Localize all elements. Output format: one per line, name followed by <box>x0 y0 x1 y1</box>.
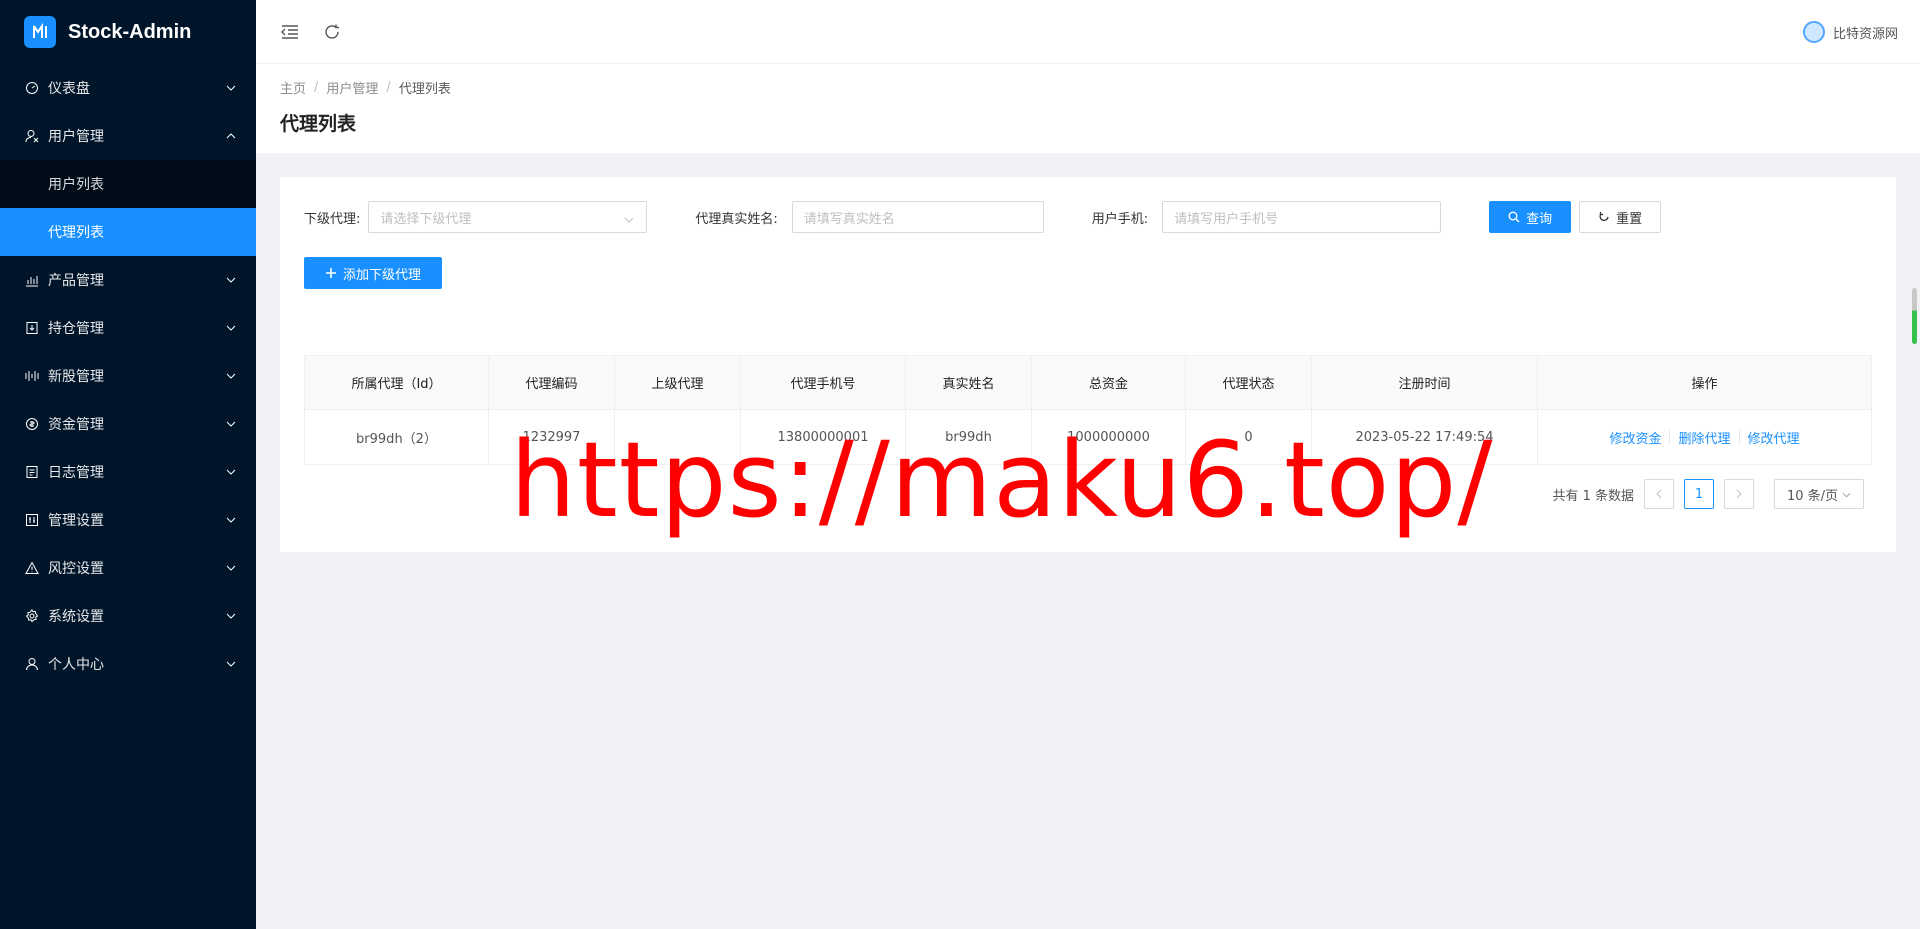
user-menu[interactable]: 比特资源网 <box>1802 0 1898 64</box>
breadcrumb: 主页 / 用户管理 / 代理列表 <box>280 78 451 97</box>
chevron-down-icon <box>226 371 236 381</box>
chevron-down-icon <box>226 419 236 429</box>
pagination: 共有 1 条数据 1 10 条/页 <box>1552 479 1864 509</box>
admin-settings-icon <box>24 512 40 528</box>
scroll-indicator[interactable] <box>1912 288 1917 344</box>
add-sub-agent-button[interactable]: 添加下级代理 <box>304 257 442 289</box>
chevron-down-icon <box>226 563 236 573</box>
watermark-text: https://maku6.top/ <box>510 419 1494 541</box>
sidebar-item-risk-settings[interactable]: 风控设置 <box>0 544 256 592</box>
phone-input[interactable]: 请填写用户手机号 <box>1162 201 1442 233</box>
user-name: 比特资源网 <box>1832 26 1898 42</box>
sidebar-item-positions[interactable]: 持仓管理 <box>0 304 256 352</box>
logo-icon <box>24 16 56 48</box>
sidebar-item-logs[interactable]: 日志管理 <box>0 448 256 496</box>
page-title: 代理列表 <box>280 113 357 135</box>
reset-button[interactable]: 重置 <box>1579 201 1662 233</box>
sub-agent-label: 下级代理: <box>304 211 361 227</box>
sub-agent-select[interactable]: 请选择下级代理 <box>368 201 648 233</box>
chevron-down-icon <box>226 515 236 525</box>
avatar <box>1802 21 1825 43</box>
phone-label: 用户手机: <box>1091 211 1149 227</box>
user-manage-icon <box>24 128 40 144</box>
sidebar-item-user-list[interactable]: 用户列表 <box>0 160 256 208</box>
top-header: 比特资源网 <box>256 0 1920 64</box>
column-header[interactable]: 真实姓名 <box>906 356 1032 409</box>
ipo-icon <box>24 368 40 384</box>
warning-icon <box>24 560 40 576</box>
page-head: 主页 / 用户管理 / 代理列表 代理列表 <box>256 64 1920 153</box>
sidebar-item-funds[interactable]: 资金管理 <box>0 400 256 448</box>
column-header: 操作 <box>1691 377 1718 392</box>
sidebar-item-system-settings[interactable]: 系统设置 <box>0 592 256 640</box>
chevron-down-icon <box>226 83 236 93</box>
position-icon <box>24 320 40 336</box>
reset-icon <box>1598 211 1610 223</box>
edit-agent-link[interactable]: 修改代理 <box>1748 428 1800 447</box>
breadcrumb-current: 代理列表 <box>398 82 451 97</box>
chart-icon <box>24 272 40 288</box>
page-size-select[interactable]: 10 条/页 <box>1774 479 1864 509</box>
chevron-down-icon <box>226 611 236 621</box>
sidebar-item-dashboard[interactable]: 仪表盘 <box>0 64 256 112</box>
filter-form: 下级代理: 请选择下级代理 代理真实姓名: 请填写真实姓名 用户手机: 请填写用… <box>304 201 1872 233</box>
sidebar-item-ipo[interactable]: 新股管理 <box>0 352 256 400</box>
column-header[interactable]: 注册时间 <box>1312 356 1538 409</box>
chevron-down-icon <box>226 275 236 285</box>
logo[interactable]: Stock-Admin <box>0 0 256 64</box>
app-title: Stock-Admin <box>68 20 192 43</box>
money-icon <box>24 416 40 432</box>
sidebar: Stock-Admin 仪表盘 用户管理 用户列表 代理列表 产品管理 持仓管理… <box>0 0 256 929</box>
next-page-button[interactable] <box>1724 479 1754 509</box>
breadcrumb-home[interactable]: 主页 <box>280 78 306 97</box>
dashboard-icon <box>24 80 40 96</box>
column-header[interactable]: 总资金 <box>1032 356 1186 409</box>
chevron-down-icon <box>226 659 236 669</box>
column-header[interactable]: 代理手机号 <box>741 356 906 409</box>
row-actions: 修改资金 删除代理 修改代理 <box>1538 410 1871 464</box>
breadcrumb-parent[interactable]: 用户管理 <box>326 78 378 97</box>
column-header[interactable]: 上级代理 <box>615 356 741 409</box>
sidebar-item-admin-settings[interactable]: 管理设置 <box>0 496 256 544</box>
sidebar-item-agent-list[interactable]: 代理列表 <box>0 208 256 256</box>
real-name-label: 代理真实姓名: <box>695 211 778 227</box>
gear-icon <box>24 608 40 624</box>
sidebar-item-products[interactable]: 产品管理 <box>0 256 256 304</box>
log-icon <box>24 464 40 480</box>
chevron-down-icon <box>1842 487 1851 502</box>
chevron-down-icon <box>226 323 236 333</box>
column-header[interactable]: 代理状态 <box>1186 356 1312 409</box>
search-button[interactable]: 查询 <box>1489 201 1572 233</box>
user-management-submenu: 用户列表 代理列表 <box>0 160 256 256</box>
page-button[interactable]: 1 <box>1684 479 1714 509</box>
sidebar-item-profile[interactable]: 个人中心 <box>0 640 256 688</box>
real-name-input[interactable]: 请填写真实姓名 <box>791 201 1044 233</box>
total-count: 共有 1 条数据 <box>1552 488 1634 504</box>
delete-agent-link[interactable]: 删除代理 <box>1678 428 1730 447</box>
plus-icon <box>325 267 337 279</box>
table-header: 所属代理（Id） 代理编码 上级代理 代理手机号 真实姓名 总资金 代理状态 注… <box>305 356 1871 410</box>
column-header[interactable]: 代理编码 <box>489 356 615 409</box>
search-icon <box>1508 211 1520 223</box>
edit-funds-link[interactable]: 修改资金 <box>1609 428 1661 447</box>
chevron-up-icon <box>226 131 236 141</box>
person-icon <box>24 656 40 672</box>
menu-fold-icon[interactable] <box>280 22 300 42</box>
refresh-icon[interactable] <box>322 22 342 42</box>
chevron-down-icon <box>226 467 236 477</box>
chevron-down-icon <box>624 212 634 227</box>
sidebar-item-user-management[interactable]: 用户管理 <box>0 112 256 160</box>
prev-page-button[interactable] <box>1644 479 1674 509</box>
column-header[interactable]: 所属代理（Id） <box>305 356 489 409</box>
